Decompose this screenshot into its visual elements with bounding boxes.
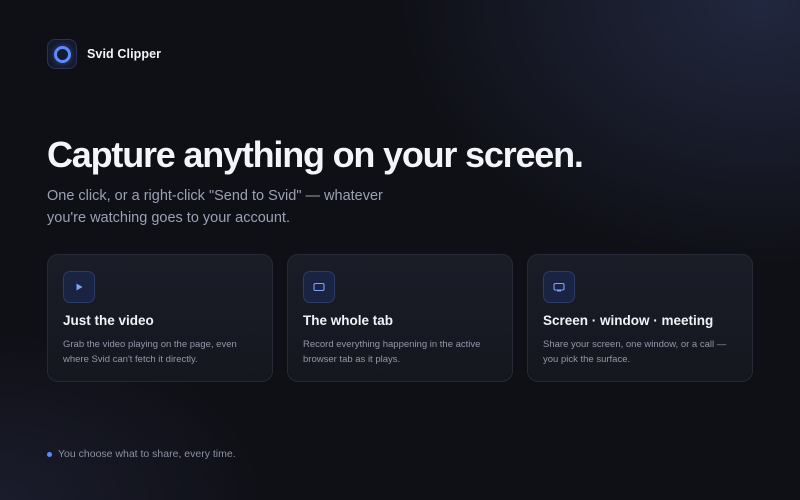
brand: Svid Clipper (47, 39, 161, 69)
hero-title: Capture anything on your screen. (47, 134, 584, 175)
capture-options: Just the video Grab the video playing on… (47, 254, 753, 382)
hero-subtitle: One click, or a right-click "Send to Svi… (47, 188, 383, 226)
card-description: Share your screen, one window, or a call… (543, 339, 727, 365)
screen-icon (543, 271, 575, 303)
option-card-video[interactable]: Just the video Grab the video playing on… (47, 254, 273, 382)
card-title: Just the video (63, 313, 154, 328)
footer-note: You choose what to share, every time. (47, 448, 236, 460)
tab-icon (303, 271, 335, 303)
play-icon (63, 271, 95, 303)
footer-note-text: You choose what to share, every time. (58, 448, 236, 460)
brand-name: Svid Clipper (87, 47, 162, 61)
bullet-dot-icon (47, 451, 52, 457)
card-title: Screen · window · meeting (543, 313, 714, 328)
ring-logo-icon (47, 39, 77, 69)
card-description: Grab the video playing on the page, even… (63, 339, 237, 365)
card-title: The whole tab (303, 313, 394, 328)
option-card-screen[interactable]: Screen · window · meeting Share your scr… (527, 254, 753, 382)
card-description: Record everything happening in the activ… (303, 339, 481, 365)
option-card-tab[interactable]: The whole tab Record everything happenin… (287, 254, 513, 382)
